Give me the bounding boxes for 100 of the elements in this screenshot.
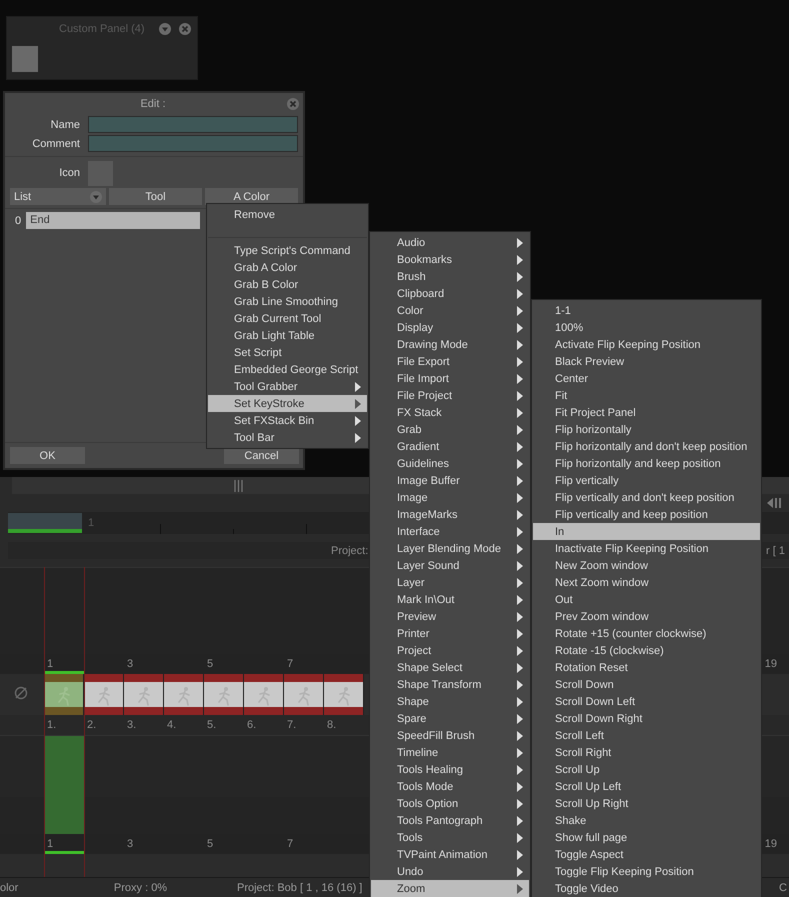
- menu-item[interactable]: SpeedFill Brush: [371, 727, 529, 744]
- menu-item[interactable]: In: [533, 523, 760, 540]
- menu-item[interactable]: Tool Grabber: [208, 378, 367, 395]
- menu-item[interactable]: 1-1: [533, 302, 760, 319]
- menu-item[interactable]: Set FXStack Bin: [208, 412, 367, 429]
- menu-item[interactable]: Flip vertically: [533, 472, 760, 489]
- menu-item[interactable]: Scroll Up Right: [533, 795, 760, 812]
- list-dropdown[interactable]: List: [10, 188, 106, 205]
- menu-item[interactable]: Toggle Aspect: [533, 846, 760, 863]
- menu-item[interactable]: TVPaint Animation: [371, 846, 529, 863]
- menu-item[interactable]: Tools Mode: [371, 778, 529, 795]
- menu-item[interactable]: Project: [371, 642, 529, 659]
- menu-item[interactable]: Flip horizontally: [533, 421, 760, 438]
- menu-item[interactable]: Guidelines: [371, 455, 529, 472]
- menu-item[interactable]: Printer: [371, 625, 529, 642]
- menu-item[interactable]: Drawing Mode: [371, 336, 529, 353]
- menu-item[interactable]: Inactivate Flip Keeping Position: [533, 540, 760, 557]
- menu-item[interactable]: Timeline: [371, 744, 529, 761]
- menu-item[interactable]: Out: [533, 591, 760, 608]
- menu-item[interactable]: Bookmarks: [371, 251, 529, 268]
- menu-item[interactable]: File Project: [371, 387, 529, 404]
- project-label: r [ 1: [766, 544, 785, 557]
- menu-item[interactable]: Set KeyStroke: [208, 395, 367, 412]
- menu-item[interactable]: FX Stack: [371, 404, 529, 421]
- menu-item[interactable]: Grab B Color: [208, 276, 367, 293]
- menu-item[interactable]: Tools: [371, 829, 529, 846]
- menu-item[interactable]: Image Buffer: [371, 472, 529, 489]
- list-row[interactable]: End: [26, 212, 200, 229]
- menu-item[interactable]: Grab A Color: [208, 259, 367, 276]
- menu-item[interactable]: Layer Sound: [371, 557, 529, 574]
- menu-item[interactable]: Grab Line Smoothing: [208, 293, 367, 310]
- dialog-title: Edit :: [139, 98, 167, 110]
- menu-item[interactable]: Gradient: [371, 438, 529, 455]
- menu-item[interactable]: Scroll Right: [533, 744, 760, 761]
- menu-item[interactable]: Undo: [371, 863, 529, 880]
- frame-number: 8.: [326, 719, 338, 732]
- menu-item[interactable]: ImageMarks: [371, 506, 529, 523]
- menu-item[interactable]: Center: [533, 370, 760, 387]
- menu-item[interactable]: Color: [371, 302, 529, 319]
- menu-item[interactable]: Next Zoom window: [533, 574, 760, 591]
- menu-item[interactable]: Scroll Up Left: [533, 778, 760, 795]
- menu-item[interactable]: Brush: [371, 268, 529, 285]
- menu-item[interactable]: Grab Light Table: [208, 327, 367, 344]
- menu-item[interactable]: Embedded George Script: [208, 361, 367, 378]
- menu-item[interactable]: Scroll Down Right: [533, 710, 760, 727]
- menu-item[interactable]: Toggle Flip Keeping Position: [533, 863, 760, 880]
- menu-item[interactable]: Tool Bar: [208, 429, 367, 446]
- menu-item[interactable]: Rotate -15 (clockwise): [533, 642, 760, 659]
- menu-item[interactable]: Fit Project Panel: [533, 404, 760, 421]
- menu-item[interactable]: File Export: [371, 353, 529, 370]
- header-button[interactable]: Tool: [108, 188, 202, 205]
- menu-item[interactable]: Scroll Down Left: [533, 693, 760, 710]
- menu-item[interactable]: Type Script's Command: [208, 242, 367, 259]
- menu-item[interactable]: Interface: [371, 523, 529, 540]
- menu-item[interactable]: Clipboard: [371, 285, 529, 302]
- menu-item[interactable]: Set Script: [208, 344, 367, 361]
- menu-item[interactable]: Flip horizontally and don't keep position: [533, 438, 760, 455]
- menu-item[interactable]: Remove: [208, 206, 367, 223]
- menu-item[interactable]: 100%: [533, 319, 760, 336]
- menu-item[interactable]: Preview: [371, 608, 529, 625]
- menu-item[interactable]: Tools Option: [371, 795, 529, 812]
- menu-item[interactable]: Black Preview: [533, 353, 760, 370]
- status-text: olor: [0, 882, 20, 894]
- menu-item[interactable]: Mark In\Out: [371, 591, 529, 608]
- ruler-number: 7: [286, 658, 294, 670]
- menu-item[interactable]: Layer: [371, 574, 529, 591]
- menu-item[interactable]: Zoom: [371, 880, 529, 897]
- menu-item[interactable]: File Import: [371, 370, 529, 387]
- menu-item[interactable]: Prev Zoom window: [533, 608, 760, 625]
- ruler-number: 1: [46, 658, 54, 670]
- menu-item[interactable]: Tools Pantograph: [371, 812, 529, 829]
- menu-item[interactable]: Rotation Reset: [533, 659, 760, 676]
- menu-item[interactable]: Image: [371, 489, 529, 506]
- menu-item[interactable]: Flip horizontally and keep position: [533, 455, 760, 472]
- menu-item[interactable]: Audio: [371, 234, 529, 251]
- menu-item[interactable]: Shape: [371, 693, 529, 710]
- menu-item[interactable]: Scroll Up: [533, 761, 760, 778]
- menu-item[interactable]: Fit: [533, 387, 760, 404]
- menu-item[interactable]: New Zoom window: [533, 557, 760, 574]
- frame-number: 7.: [286, 719, 298, 732]
- menu-item[interactable]: Shape Transform: [371, 676, 529, 693]
- menu-item[interactable]: Grab Current Tool: [208, 310, 367, 327]
- menu-item[interactable]: Show full page: [533, 829, 760, 846]
- ok-button[interactable]: OK: [10, 447, 85, 464]
- menu-item[interactable]: Scroll Left: [533, 727, 760, 744]
- menu-item[interactable]: Display: [371, 319, 529, 336]
- field-label: Comment: [31, 138, 80, 150]
- menu-item[interactable]: Activate Flip Keeping Position: [533, 336, 760, 353]
- menu-item[interactable]: Tools Healing: [371, 761, 529, 778]
- menu-item[interactable]: Shake: [533, 812, 760, 829]
- menu-item[interactable]: Flip vertically and don't keep position: [533, 489, 760, 506]
- menu-item[interactable]: Layer Blending Mode: [371, 540, 529, 557]
- menu-item[interactable]: Spare: [371, 710, 529, 727]
- menu-item[interactable]: Grab: [371, 421, 529, 438]
- menu-item[interactable]: Toggle Video: [533, 880, 760, 897]
- menu-item[interactable]: Scroll Down: [533, 676, 760, 693]
- menu-item[interactable]: Shape Select: [371, 659, 529, 676]
- menu-item[interactable]: Flip vertically and keep position: [533, 506, 760, 523]
- project-label: Project:: [331, 544, 368, 557]
- menu-item[interactable]: Rotate +15 (counter clockwise): [533, 625, 760, 642]
